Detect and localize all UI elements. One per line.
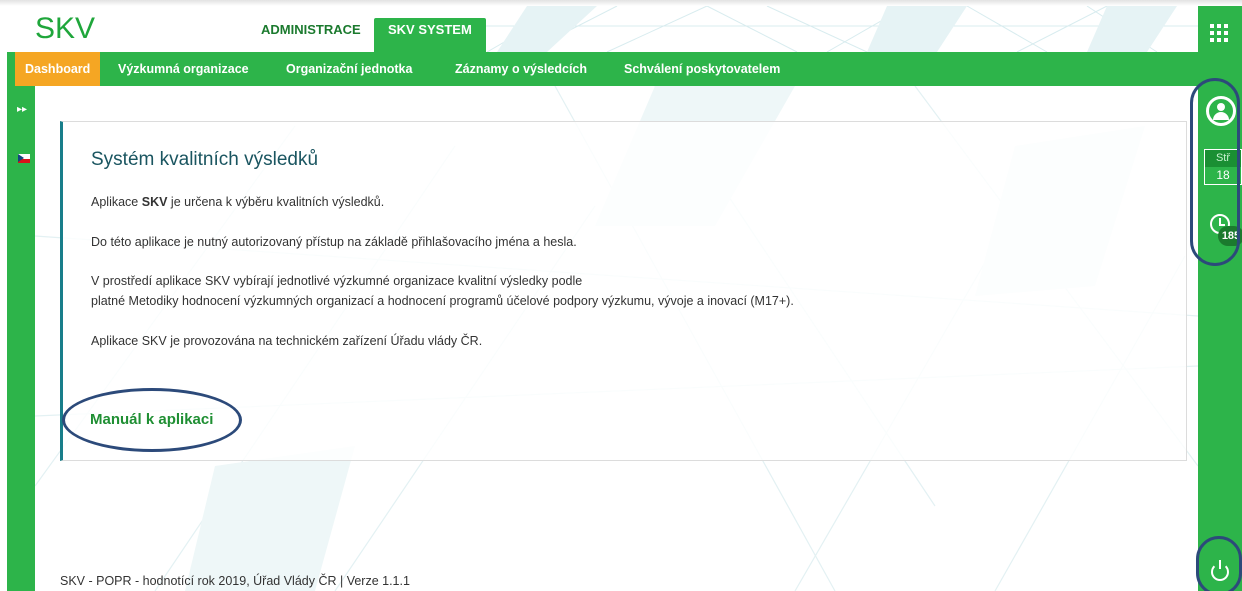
tab-skv-system[interactable]: SKV SYSTEM xyxy=(374,18,486,52)
main-nav: Dashboard Výzkumná organizace Organizačn… xyxy=(7,52,1198,86)
nav-vyzkumna-organizace[interactable]: Výzkumná organizace xyxy=(118,52,249,86)
paragraph-selection-line1: V prostředí aplikace SKV vybírají jednot… xyxy=(91,274,583,288)
card-title: Systém kvalitních výsledků xyxy=(91,149,319,170)
footer-text: SKV - POPR - hodnotící rok 2019, Úřad Vl… xyxy=(60,574,410,588)
left-edge xyxy=(0,6,7,591)
paragraph-selection-line2: platné Metodiky hodnocení výzkumných org… xyxy=(91,294,794,308)
highlight-oval-logout xyxy=(1196,536,1242,591)
nav-dashboard[interactable]: Dashboard xyxy=(15,52,101,86)
header-decoration xyxy=(447,6,1198,52)
czech-flag-icon[interactable] xyxy=(18,154,30,163)
tab-administrace[interactable]: ADMINISTRACE xyxy=(247,18,375,52)
highlight-oval-manual xyxy=(62,388,242,452)
paragraph-intro: Aplikace SKV je určena k výběru kvalitní… xyxy=(91,195,384,209)
nav-organizacni-jednotka[interactable]: Organizační jednotka xyxy=(286,52,412,86)
app-logo[interactable]: SKV xyxy=(35,12,95,46)
apps-grid-icon[interactable] xyxy=(1210,24,1230,44)
expand-sidebar-icon[interactable]: ▸▸ xyxy=(17,104,27,115)
intro-text-after: je určena k výběru kvalitních výsledků. xyxy=(167,195,385,209)
app-header: SKV ADMINISTRACE SKV SYSTEM xyxy=(7,6,1198,52)
intro-text-before: Aplikace xyxy=(91,195,142,209)
highlight-oval-user-tools xyxy=(1190,78,1240,266)
nav-schvaleni-poskytovatelem[interactable]: Schválení poskytovatelem xyxy=(624,52,780,86)
nav-zaznamy-o-vysledcich[interactable]: Záznamy o výsledcích xyxy=(455,52,587,86)
paragraph-operation: Aplikace SKV je provozována na technické… xyxy=(91,334,483,348)
paragraph-access: Do této aplikace je nutný autorizovaný p… xyxy=(91,235,577,249)
left-sidebar: ▸▸ xyxy=(7,86,35,591)
intro-text-bold: SKV xyxy=(141,195,168,209)
